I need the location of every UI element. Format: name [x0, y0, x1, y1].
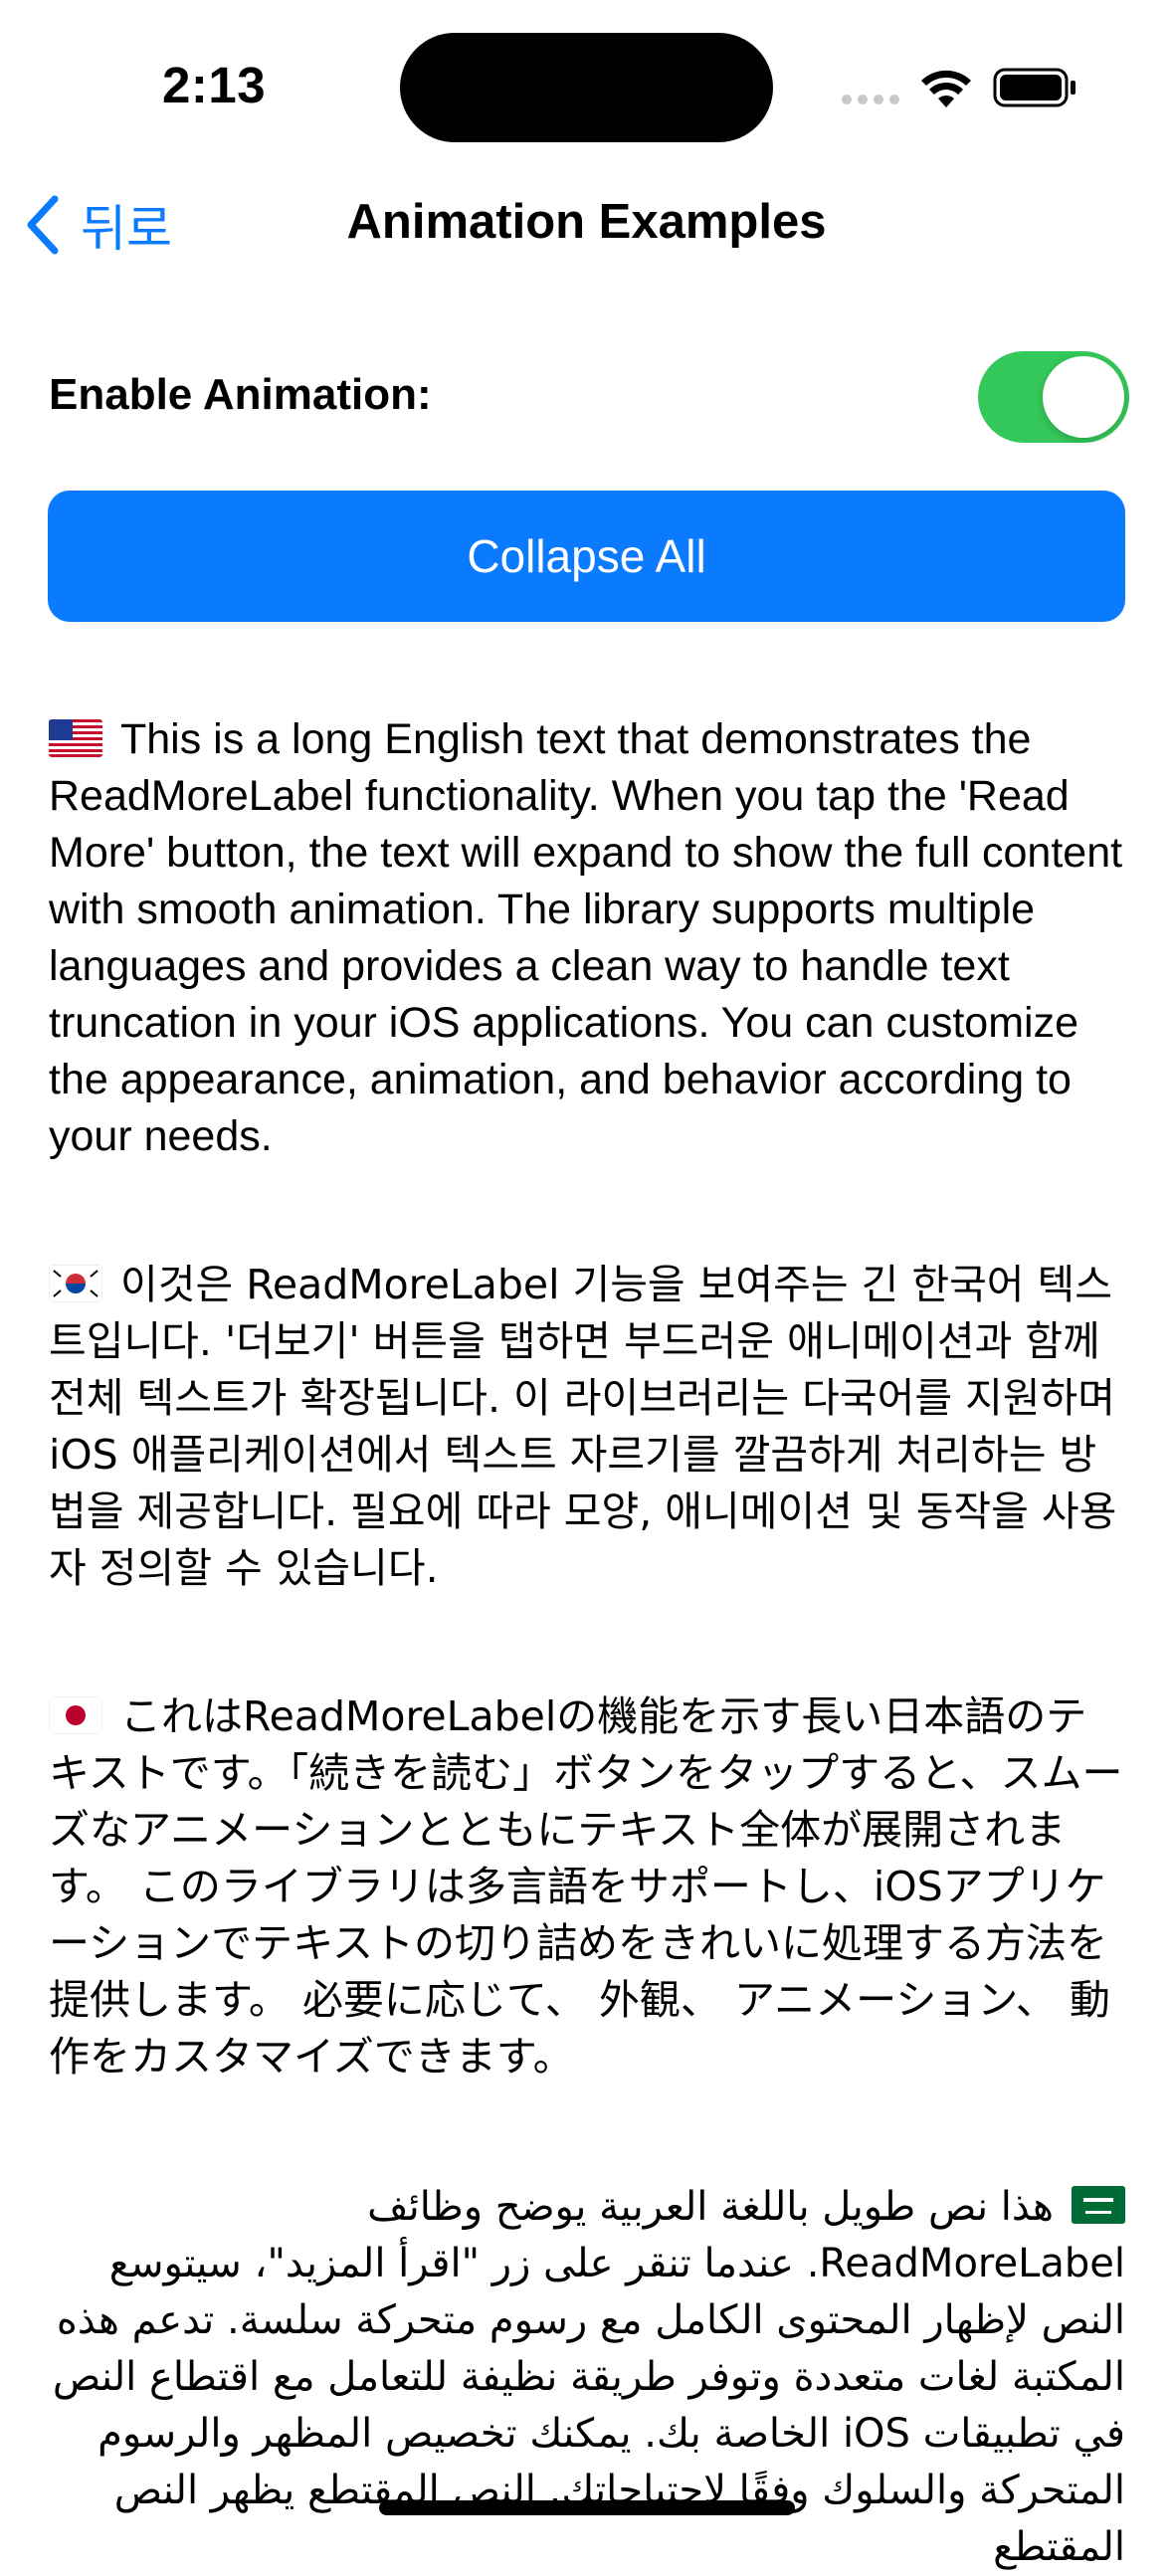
korea-flag-icon	[49, 1265, 102, 1302]
cellular-signal-icon	[842, 95, 899, 104]
page-title: Animation Examples	[346, 195, 827, 249]
collapse-all-button[interactable]: Collapse All	[48, 491, 1125, 622]
korean-readmore-label[interactable]: 이것은 ReadMoreLabel 기능을 보여주는 긴 한국어 텍스트입니다.…	[49, 1257, 1125, 1597]
home-indicator[interactable]	[379, 2500, 795, 2515]
saudi-flag-icon	[1072, 2186, 1125, 2224]
english-text: This is a long English text that demonst…	[49, 715, 1123, 1160]
us-flag-icon	[49, 719, 102, 757]
battery-icon	[993, 68, 1075, 107]
english-readmore-label[interactable]: This is a long English text that demonst…	[49, 711, 1125, 1165]
wifi-icon	[921, 70, 971, 107]
japanese-readmore-label[interactable]: これはReadMoreLabelの機能を示す長い日本語のテキストです。「続きを読…	[49, 1688, 1125, 2085]
status-time: 2:13	[162, 57, 267, 113]
korean-text: 이것은 ReadMoreLabel 기능을 보여주는 긴 한국어 텍스트입니다.…	[49, 1261, 1117, 1592]
toggle-knob	[1043, 356, 1124, 438]
dynamic-island	[400, 33, 773, 142]
japanese-text: これはReadMoreLabelの機能を示す長い日本語のテキストです。「続きを読…	[49, 1692, 1123, 2081]
japan-flag-icon	[49, 1696, 102, 1734]
arabic-readmore-label[interactable]: هذا نص طويل باللغة العربية يوضح وظائف Re…	[49, 2179, 1125, 2576]
enable-animation-label: Enable Animation:	[49, 370, 432, 419]
enable-animation-toggle[interactable]	[978, 351, 1129, 443]
